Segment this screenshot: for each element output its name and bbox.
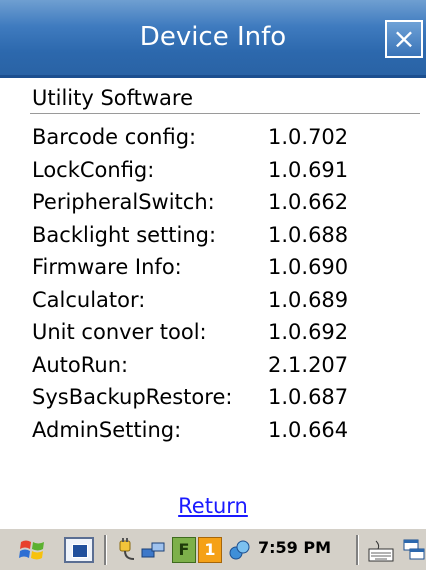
title-bar: Device Info × [0, 0, 426, 75]
item-name: PeripheralSwitch: [32, 190, 215, 214]
version-list: Barcode config: 1.0.702 LockConfig: 1.0.… [32, 125, 412, 450]
item-version: 2.1.207 [268, 352, 349, 377]
sync-icon[interactable] [226, 537, 252, 563]
section-divider [30, 113, 420, 114]
clock[interactable]: 7:59 PM [258, 538, 331, 557]
list-item: Unit conver tool: 1.0.692 [32, 320, 412, 353]
one-key-icon[interactable]: 1 [198, 537, 222, 563]
list-item: Firmware Info: 1.0.690 [32, 255, 412, 288]
item-version: 1.0.687 [268, 385, 349, 409]
item-version: 1.0.691 [268, 157, 349, 182]
f-key-icon[interactable]: F [172, 537, 196, 563]
window-switch-icon[interactable] [402, 537, 426, 563]
item-version: 1.0.702 [268, 125, 349, 149]
list-item: SysBackupRestore: 1.0.687 [32, 385, 412, 418]
item-name: Firmware Info: [32, 255, 182, 279]
tray-separator [356, 535, 359, 565]
item-version: 1.0.664 [268, 417, 349, 442]
item-version: 1.0.689 [268, 287, 349, 312]
item-version: 1.0.662 [268, 190, 349, 214]
keyboard-icon[interactable] [366, 537, 396, 563]
section-title: Utility Software [32, 86, 194, 110]
taskbar: F 1 7:59 PM [0, 527, 426, 570]
item-name: Barcode config: [32, 125, 197, 149]
item-name: AutoRun: [32, 352, 129, 377]
tray-separator [104, 535, 107, 565]
item-name: Calculator: [32, 287, 146, 312]
item-version: 1.0.692 [268, 320, 349, 344]
return-link[interactable]: Return [0, 494, 426, 518]
item-version: 1.0.688 [268, 222, 349, 247]
list-item: Barcode config: 1.0.702 [32, 125, 412, 158]
network-icon[interactable] [140, 537, 166, 563]
item-name: Backlight setting: [32, 222, 217, 247]
item-version: 1.0.690 [268, 255, 349, 279]
close-button[interactable]: × [385, 20, 423, 58]
list-item: Backlight setting: 1.0.688 [32, 223, 412, 256]
window-title: Device Info [139, 22, 287, 52]
desktop-icon[interactable] [64, 537, 94, 563]
list-item: LockConfig: 1.0.691 [32, 158, 412, 191]
list-item: Calculator: 1.0.689 [32, 288, 412, 321]
windows-start-icon[interactable] [18, 537, 48, 563]
item-name: LockConfig: [32, 157, 155, 182]
list-item: AdminSetting: 1.0.664 [32, 418, 412, 451]
item-name: Unit conver tool: [32, 320, 207, 344]
power-plug-icon[interactable] [114, 537, 140, 563]
item-name: AdminSetting: [32, 417, 182, 442]
item-name: SysBackupRestore: [32, 385, 233, 409]
list-item: AutoRun: 2.1.207 [32, 353, 412, 386]
title-bar-border [0, 75, 426, 78]
list-item: PeripheralSwitch: 1.0.662 [32, 190, 412, 223]
